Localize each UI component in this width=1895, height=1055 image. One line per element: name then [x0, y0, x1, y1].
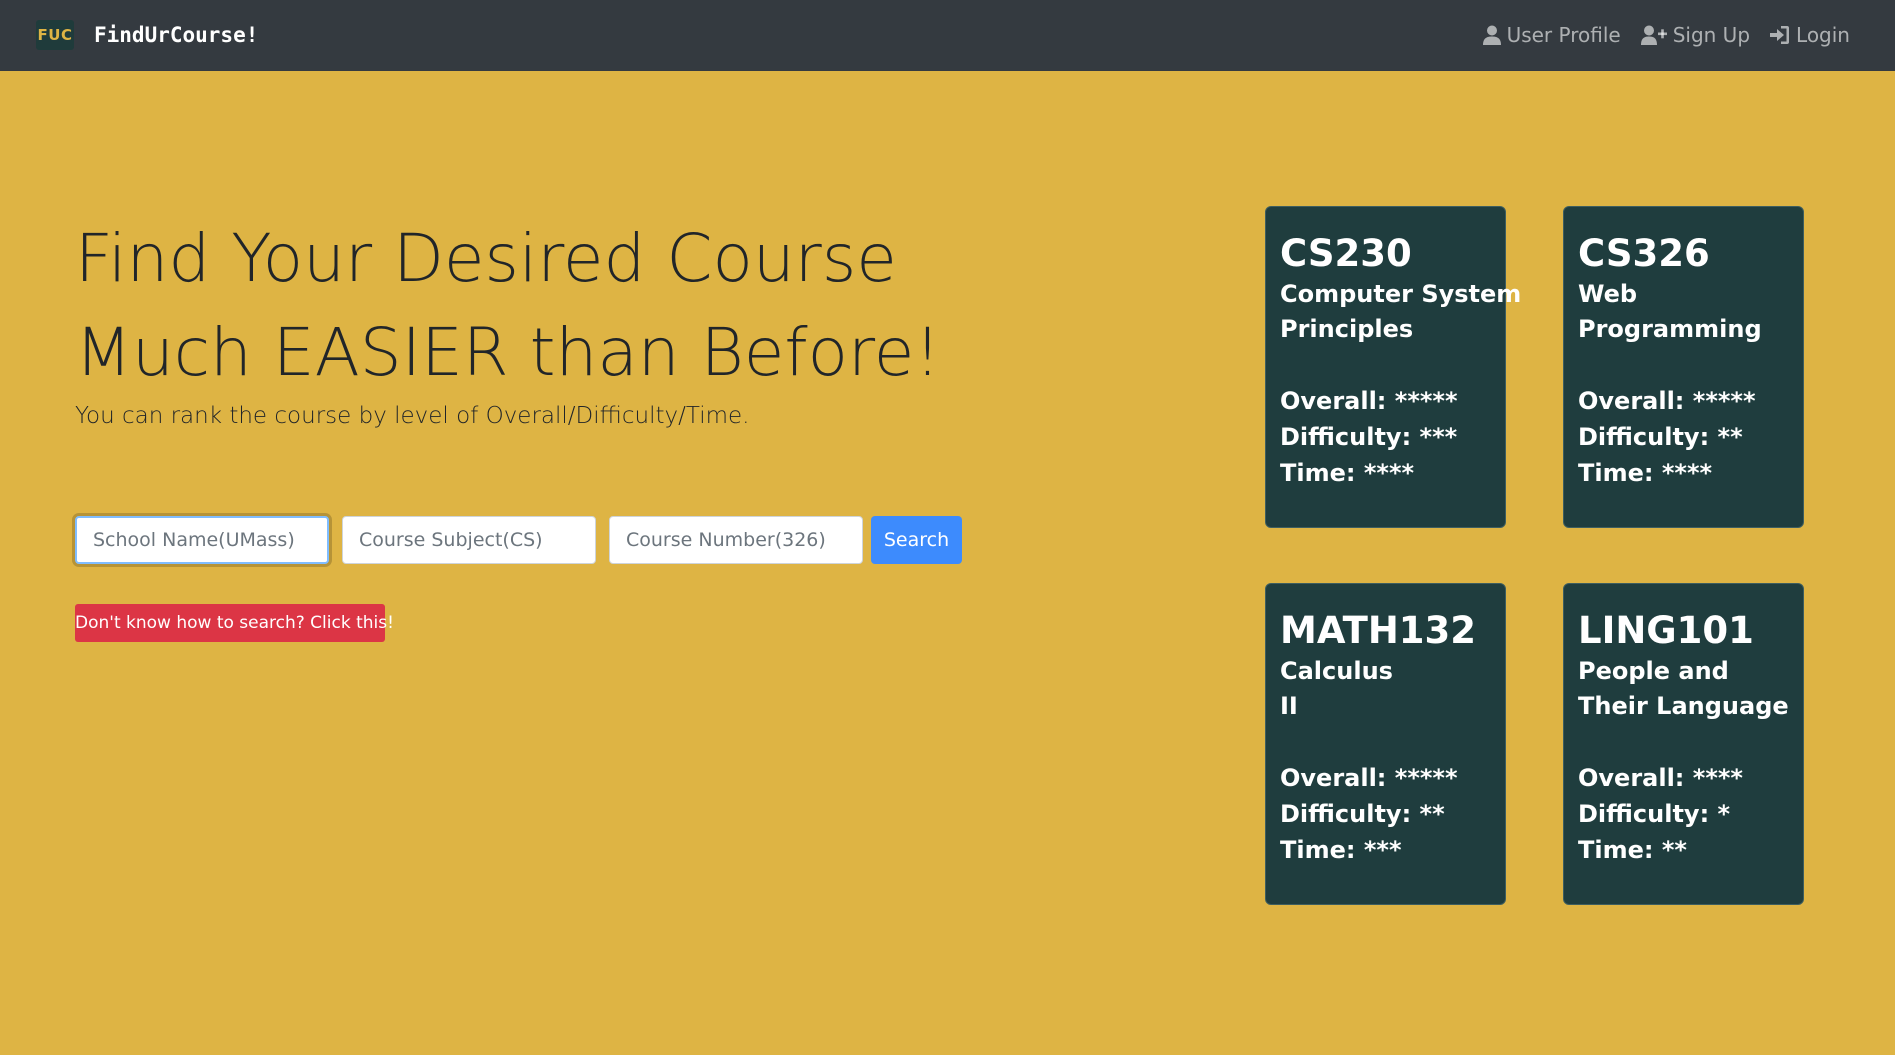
course-name: People and Their Language — [1578, 654, 1791, 724]
difficulty-rating: Difficulty: ** — [1578, 423, 1743, 451]
course-card-cs326[interactable]: CS326 Web Programming Overall: ***** Dif… — [1563, 206, 1804, 528]
course-code: LING101 — [1578, 609, 1754, 652]
page-title: Find Your Desired Course Much EASIER tha… — [75, 212, 1075, 400]
course-card-ling101[interactable]: LING101 People and Their Language Overal… — [1563, 583, 1804, 905]
time-rating: Time: *** — [1280, 836, 1402, 864]
overall-rating: Overall: ***** — [1578, 387, 1756, 415]
course-name: Web Programming — [1578, 277, 1791, 347]
course-name-line-1: People and — [1578, 657, 1729, 685]
course-name-line-1: Calculus — [1280, 657, 1393, 685]
school-name-input[interactable] — [75, 516, 329, 564]
course-name: Computer System Principles — [1280, 277, 1522, 347]
course-name-line-2: Their Language — [1578, 692, 1789, 720]
nav-sign-up-link[interactable]: Sign Up — [1640, 23, 1751, 47]
course-ratings: Overall: ***** Difficulty: *** Time: ***… — [1280, 383, 1493, 491]
page-title-line-1: Find Your Desired Course — [75, 220, 897, 297]
search-button[interactable]: Search — [871, 516, 962, 564]
course-card-math132[interactable]: MATH132 Calculus II Overall: ***** Diffi… — [1265, 583, 1506, 905]
course-name-line-2: Programming — [1578, 315, 1762, 343]
difficulty-rating: Difficulty: * — [1578, 800, 1731, 828]
sign-in-icon — [1770, 26, 1790, 44]
nav-sign-up-label: Sign Up — [1672, 23, 1751, 47]
time-rating: Time: **** — [1280, 459, 1415, 487]
course-ratings: Overall: **** Difficulty: * Time: ** — [1578, 760, 1791, 868]
course-code: MATH132 — [1280, 609, 1477, 652]
brand-link[interactable]: FindUrCourse! — [94, 20, 258, 50]
search-form: Search — [75, 516, 962, 564]
page-title-line-2: Much EASIER than Before! — [75, 314, 941, 391]
course-name: Calculus II — [1280, 654, 1493, 724]
nav-login-link[interactable]: Login — [1770, 23, 1850, 47]
difficulty-rating: Difficulty: *** — [1280, 423, 1458, 451]
overall-rating: Overall: **** — [1578, 764, 1743, 792]
course-ratings: Overall: ***** Difficulty: ** Time: *** — [1280, 760, 1493, 868]
course-number-input[interactable] — [609, 516, 863, 564]
course-code: CS326 — [1578, 232, 1710, 275]
course-name-line-2: Principles — [1280, 315, 1414, 343]
course-name-line-2: II — [1280, 692, 1298, 720]
page-subtitle: You can rank the course by level of Over… — [75, 403, 750, 429]
course-subject-input[interactable] — [342, 516, 596, 564]
nav-user-profile-label: User Profile — [1506, 23, 1621, 47]
course-ratings: Overall: ***** Difficulty: ** Time: **** — [1578, 383, 1791, 491]
course-card-cs230[interactable]: CS230 Computer System Principles Overall… — [1265, 206, 1522, 528]
user-icon — [1482, 25, 1501, 45]
difficulty-rating: Difficulty: ** — [1280, 800, 1445, 828]
time-rating: Time: **** — [1578, 459, 1713, 487]
user-plus-icon — [1640, 25, 1667, 45]
search-help-button[interactable]: Don't know how to search? Click this! — [75, 604, 394, 642]
nav-login-label: Login — [1796, 23, 1850, 47]
nav-links: User Profile Sign Up Login — [1482, 20, 1850, 50]
overall-rating: Overall: ***** — [1280, 764, 1458, 792]
time-rating: Time: ** — [1578, 836, 1687, 864]
course-name-line-1: Web — [1578, 280, 1638, 308]
nav-user-profile-link[interactable]: User Profile — [1482, 23, 1621, 47]
course-code: CS230 — [1280, 232, 1412, 275]
site-logo[interactable]: FUC — [36, 20, 74, 50]
course-name-line-1: Computer System — [1280, 280, 1522, 308]
navbar: FUC FindUrCourse! User Profile Sign Up L… — [0, 0, 1895, 71]
overall-rating: Overall: ***** — [1280, 387, 1458, 415]
